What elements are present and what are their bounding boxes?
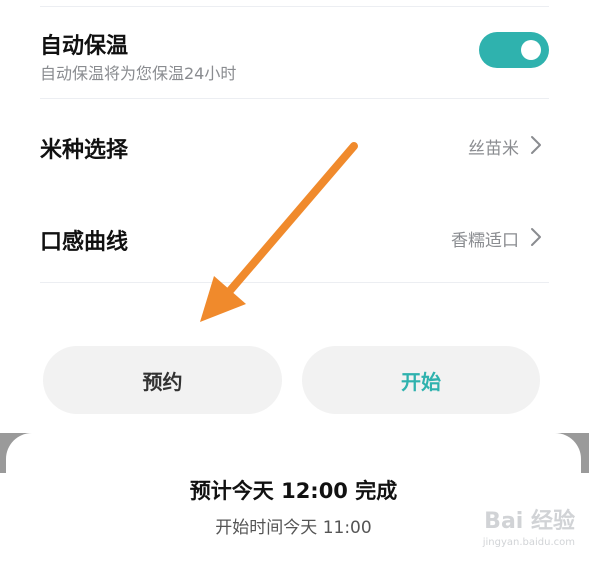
baidu-watermark: Bai 经验 jingyan.baidu.com	[445, 503, 575, 553]
watermark-text: Bai 经验	[484, 509, 575, 534]
completion-time-title: 预计今天 12:00 完成	[189, 479, 398, 503]
watermark-url: jingyan.baidu.com	[482, 537, 575, 548]
